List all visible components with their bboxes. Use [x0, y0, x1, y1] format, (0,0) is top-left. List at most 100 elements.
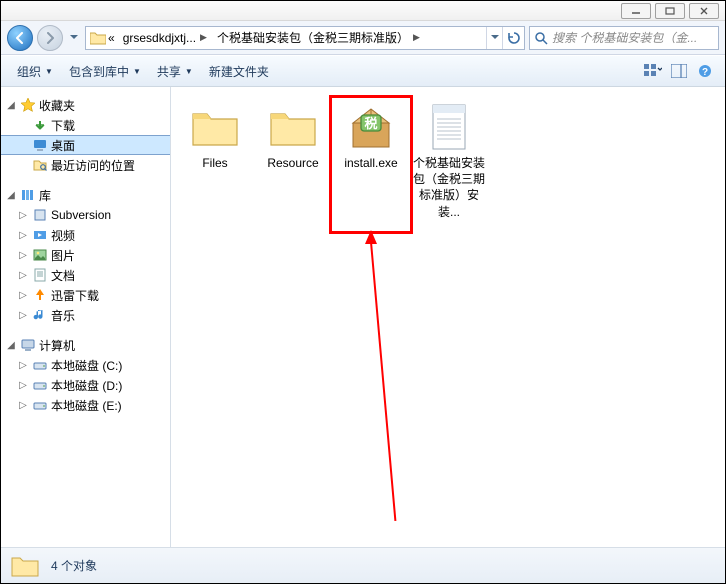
maximize-button[interactable]	[655, 3, 685, 19]
back-button[interactable]	[7, 25, 33, 51]
tree-item-icon	[32, 157, 48, 173]
tree-label: 计算机	[39, 337, 75, 354]
organize-button[interactable]: 组织 ▼	[9, 60, 61, 83]
drive-icon	[32, 357, 48, 373]
tree-item[interactable]: ▷本地磁盘 (E:)	[1, 395, 170, 415]
chevron-down-icon: ▼	[133, 67, 141, 76]
toolbar-label: 包含到库中	[69, 63, 129, 80]
address-bar[interactable]: « grsesdkdjxtj... ▶ 个税基础安装包（金税三期标准版） ▶	[85, 26, 525, 50]
tree-item[interactable]: ▷ 迅雷下载	[1, 285, 170, 305]
refresh-button[interactable]	[502, 27, 524, 49]
share-button[interactable]: 共享 ▼	[149, 60, 201, 83]
include-in-library-button[interactable]: 包含到库中 ▼	[61, 60, 149, 83]
tree-item-icon	[32, 247, 48, 263]
tree-item[interactable]: ▷本地磁盘 (D:)	[1, 375, 170, 395]
toolbar-label: 新建文件夹	[209, 63, 269, 80]
expand-icon[interactable]: ▷	[17, 400, 29, 411]
file-label: Resource	[267, 155, 318, 171]
breadcrumb-label: 个税基础安装包（金税三期标准版）	[217, 29, 409, 46]
expand-icon[interactable]: ▷	[17, 270, 29, 281]
tree-label: 库	[39, 187, 51, 204]
chevron-down-icon: ▼	[185, 67, 193, 76]
expand-icon[interactable]: ▷	[17, 230, 29, 241]
toolbar-label: 共享	[157, 63, 181, 80]
tree-label: 最近访问的位置	[51, 157, 135, 174]
expand-icon[interactable]: ▷	[17, 210, 29, 221]
tree-label: 下载	[51, 117, 75, 134]
breadcrumb-root[interactable]: «	[86, 27, 119, 49]
tree-label: 迅雷下载	[51, 287, 99, 304]
collapse-icon[interactable]: ◢	[5, 340, 17, 351]
tree-item[interactable]: ▷ 视频	[1, 225, 170, 245]
svg-text:税: 税	[364, 116, 377, 131]
file-item[interactable]: Resource	[255, 99, 331, 224]
breadcrumb-seg[interactable]: 个税基础安装包（金税三期标准版） ▶	[213, 27, 426, 49]
expand-icon[interactable]: ▷	[17, 250, 29, 261]
tree-item[interactable]: 桌面	[1, 135, 170, 155]
tree-item[interactable]: ▷ 本地磁盘 (C:)	[1, 355, 170, 375]
search-icon	[534, 31, 548, 45]
tree-label: 音乐	[51, 307, 75, 324]
breadcrumb-seg[interactable]: grsesdkdjxtj... ▶	[119, 27, 213, 49]
tree-item-icon	[32, 137, 48, 153]
tree-computer[interactable]: ◢ 计算机	[1, 335, 170, 355]
tree-item[interactable]: ▷ 音乐	[1, 305, 170, 325]
file-item[interactable]: 个税基础安装包（金税三期标准版）安装...	[411, 99, 487, 224]
tree-libraries[interactable]: ◢ 库	[1, 185, 170, 205]
tree-label: 收藏夹	[39, 97, 75, 114]
forward-button[interactable]	[37, 25, 63, 51]
address-dropdown[interactable]	[486, 27, 502, 49]
preview-pane-button[interactable]	[667, 60, 691, 82]
folder-icon	[11, 552, 39, 580]
folder-icon	[191, 103, 239, 151]
drive-icon	[32, 377, 48, 393]
view-options-button[interactable]	[641, 60, 665, 82]
collapse-icon[interactable]: ◢	[5, 190, 17, 201]
tree-label: 图片	[51, 247, 75, 264]
tree-item-icon	[32, 207, 48, 223]
tree-item[interactable]: ▷ 图片	[1, 245, 170, 265]
titlebar	[1, 1, 725, 21]
expand-icon[interactable]: ▷	[17, 360, 29, 371]
file-label: 个税基础安装包（金税三期标准版）安装...	[413, 155, 485, 220]
folder-icon	[90, 30, 106, 46]
navigation-tree[interactable]: ◢ 收藏夹 下载桌面最近访问的位置 ◢ 库 ▷Subversion▷视	[1, 87, 171, 547]
breadcrumb-label: grsesdkdjxtj...	[123, 31, 196, 45]
collapse-icon[interactable]: ◢	[5, 100, 17, 111]
expand-icon[interactable]: ▷	[17, 380, 29, 391]
new-folder-button[interactable]: 新建文件夹	[201, 60, 277, 83]
breadcrumb-label: «	[108, 31, 115, 45]
search-input[interactable]: 搜索 个税基础安装包（金...	[529, 26, 719, 50]
nav-history-dropdown[interactable]	[67, 25, 81, 51]
chevron-right-icon: ▶	[198, 32, 209, 43]
file-item[interactable]: Files	[177, 99, 253, 224]
file-list[interactable]: Files Resource 税install.exe个税基础安装包（金税三期标准版…	[171, 87, 725, 547]
help-button[interactable]: ?	[693, 60, 717, 82]
tree-label: 视频	[51, 227, 75, 244]
tree-label: Subversion	[51, 208, 111, 222]
installer-icon: 税	[347, 103, 395, 151]
file-item[interactable]: 税install.exe	[333, 99, 409, 224]
tree-label: 本地磁盘 (C:)	[51, 357, 122, 374]
expand-icon[interactable]: ▷	[17, 310, 29, 321]
tree-item[interactable]: 最近访问的位置	[1, 155, 170, 175]
folder-icon	[269, 103, 317, 151]
chevron-down-icon: ▼	[45, 67, 53, 76]
tree-favorites[interactable]: ◢ 收藏夹	[1, 95, 170, 115]
minimize-button[interactable]	[621, 3, 651, 19]
status-bar: 4 个对象	[1, 547, 725, 583]
tree-item-icon	[32, 227, 48, 243]
computer-icon	[20, 337, 36, 353]
tree-item[interactable]: 下载	[1, 115, 170, 135]
address-row: « grsesdkdjxtj... ▶ 个税基础安装包（金税三期标准版） ▶ 搜…	[1, 21, 725, 55]
expand-icon[interactable]: ▷	[17, 290, 29, 301]
library-icon	[20, 187, 36, 203]
tree-item[interactable]: ▷ Subversion	[1, 205, 170, 225]
close-button[interactable]	[689, 3, 719, 19]
tree-item[interactable]: ▷文档	[1, 265, 170, 285]
toolbar-label: 组织	[17, 63, 41, 80]
search-placeholder: 搜索 个税基础安装包（金...	[552, 29, 697, 46]
tree-item-icon	[32, 307, 48, 323]
tree-label: 桌面	[51, 137, 75, 154]
star-icon	[20, 97, 36, 113]
